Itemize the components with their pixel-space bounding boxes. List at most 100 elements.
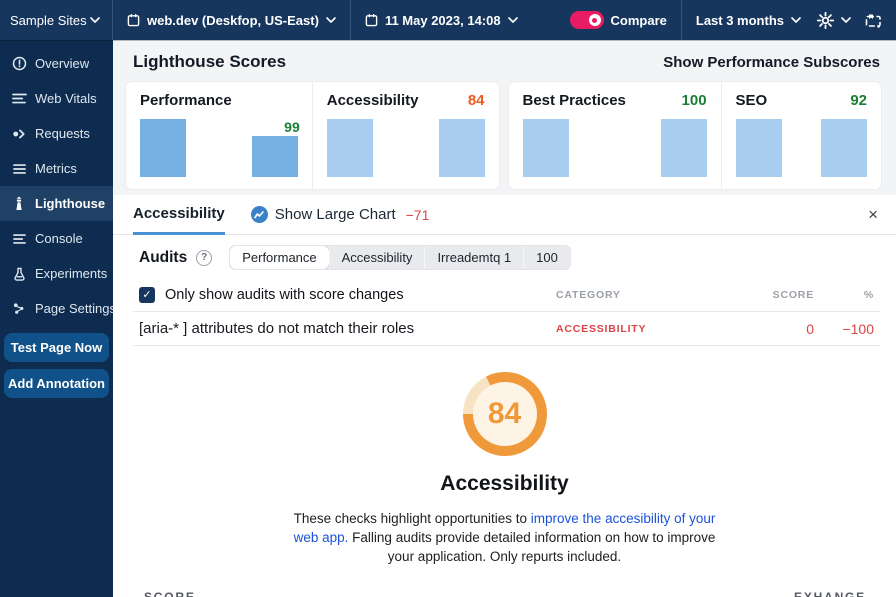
scores-card-left: Performance 99 Accessibility 84: [126, 82, 499, 189]
page-settings-icon: [11, 302, 27, 315]
test-page-now-button[interactable]: Test Page Now: [4, 333, 109, 362]
sidebar-item-label: Console: [35, 231, 83, 246]
filter-performance[interactable]: Performance: [230, 246, 329, 269]
site-selector[interactable]: Sample Sites: [0, 0, 113, 40]
card-title: Performance: [140, 92, 232, 109]
audit-table-header: ✓ Only show audits with score changes CA…: [133, 278, 880, 312]
audits-title: Audits: [139, 248, 188, 266]
score-card-best-practices[interactable]: Best Practices 100: [509, 82, 721, 189]
score-column-header: SCORE: [144, 590, 196, 597]
audit-category: ACCESSIBILITY: [556, 322, 647, 335]
calendar-icon: [365, 13, 378, 27]
filter-irreademtq[interactable]: Irreademtq 1: [424, 246, 523, 269]
audit-filter-group: Performance Accessibility Irreademtq 1 1…: [229, 245, 571, 270]
sidebar-item-lighthouse[interactable]: Lighthouse: [0, 186, 113, 221]
card-score: 100: [681, 92, 707, 109]
sidebar-item-overview[interactable]: Overview: [0, 46, 113, 81]
audits-panel: Audits ? Performance Accessibility Irrea…: [113, 235, 896, 597]
filter-accessibility[interactable]: Accessibility: [328, 246, 425, 269]
show-large-chart-button[interactable]: Show Large Chart: [250, 206, 396, 223]
chart-bubble-icon: [250, 206, 268, 223]
checkbox-score-changes[interactable]: ✓: [139, 286, 155, 303]
card-title: Accessibility: [326, 92, 419, 109]
column-header-category: CATEGORY: [556, 288, 621, 301]
sidebar-item-label: Page Settings: [35, 301, 116, 316]
chevron-down-icon: [791, 17, 801, 23]
checkbox-label: Only show audits with score changes: [165, 286, 404, 303]
score-gauge: 84: [462, 372, 547, 456]
sidebar-item-label: Web Vitals: [35, 91, 97, 106]
page-title: Lighthouse Scores: [133, 52, 287, 71]
audit-name: [aria-* ] attributes do not match their …: [139, 320, 415, 337]
settings-menu[interactable]: [815, 0, 859, 40]
audit-row[interactable]: [aria-* ] attributes do not match their …: [133, 312, 880, 346]
sidebar-item-label: Requests: [35, 126, 90, 141]
mini-bar-chart: [326, 115, 485, 177]
scores-card-right: Best Practices 100 SEO 92: [508, 82, 881, 189]
category-description: These checks highlight opportunities to …: [282, 509, 727, 566]
score-delta: −71: [405, 206, 430, 223]
score-card-seo[interactable]: SEO 92: [720, 82, 881, 189]
card-title: SEO: [735, 92, 768, 109]
compare-toggle[interactable]: [569, 11, 604, 29]
site-selector-label: Sample Sites: [10, 12, 87, 28]
card-title: Best Practices: [522, 92, 626, 109]
sidebar-item-metrics[interactable]: Metrics: [0, 151, 113, 186]
bar: [660, 119, 707, 177]
chevron-down-icon: [90, 17, 100, 23]
tab-accessibility[interactable]: Accessibility: [133, 195, 225, 235]
topbar: Sample Sites web.dev (Deskfop, US-East) …: [0, 0, 896, 40]
audit-score: 0: [806, 320, 814, 337]
chevron-down-icon: [841, 17, 851, 23]
show-performance-subscores[interactable]: Show Performance Subscores: [663, 54, 880, 71]
sidebar: Overview Web Vitals Requests Metrics Lig…: [0, 40, 116, 597]
sidebar-item-web-vitals[interactable]: Web Vitals: [0, 81, 113, 116]
screen-button[interactable]: [859, 0, 896, 40]
web-vitals-icon: [11, 92, 27, 105]
sidebar-item-label: Lighthouse: [35, 196, 106, 211]
detail-table-header: SCORE EXHANGE: [113, 590, 896, 597]
sidebar-item-experiments[interactable]: Experiments: [0, 256, 113, 291]
page-selector[interactable]: web.dev (Deskfop, US-East): [113, 0, 350, 40]
main-content: Lighthouse Scores Show Performance Subsc…: [113, 40, 896, 597]
experiments-icon: [11, 267, 27, 281]
audit-percent: −100: [842, 320, 874, 337]
score-card-performance[interactable]: Performance 99: [126, 82, 312, 189]
exhange-column-header: EXHANGE: [794, 590, 866, 597]
chevron-down-icon: [326, 17, 336, 23]
score-card-accessibility[interactable]: Accessibility 84: [311, 82, 499, 189]
show-large-chart-label: Show Large Chart: [274, 206, 396, 223]
category-detail: 84 Accessibility These checks highlight …: [113, 346, 896, 597]
mini-bar-chart: 99: [140, 115, 300, 177]
check-icon: ✓: [142, 289, 152, 301]
date-selector[interactable]: 11 May 2023, 14:08: [351, 0, 532, 40]
tab-bar: Accessibility Show Large Chart −71 ×: [113, 195, 896, 235]
sidebar-item-requests[interactable]: Requests: [0, 116, 113, 151]
page-selector-label: web.dev (Deskfop, US-East): [147, 12, 319, 28]
bar: [326, 119, 373, 177]
lighthouse-icon: [11, 196, 27, 211]
sidebar-item-console[interactable]: Console: [0, 221, 113, 256]
bar: [735, 119, 782, 177]
add-annotation-button[interactable]: Add Annotation: [4, 369, 109, 398]
screen-icon: [865, 13, 882, 28]
mini-bar-chart: [522, 115, 707, 177]
card-score: 99: [284, 119, 300, 135]
gear-icon: [817, 11, 834, 29]
range-selector[interactable]: Last 3 months: [682, 0, 815, 40]
sidebar-item-label: Experiments: [35, 266, 108, 281]
close-icon[interactable]: ×: [868, 206, 878, 223]
filter-100[interactable]: 100: [523, 246, 570, 269]
requests-icon: [11, 128, 27, 140]
bar: [522, 119, 569, 177]
mini-bar-chart: [735, 115, 867, 177]
description-text: Falling audits provide detailed informat…: [348, 530, 716, 565]
compare-label: Compare: [610, 12, 667, 28]
bar: [251, 136, 298, 177]
sidebar-item-page-settings[interactable]: Page Settings: [0, 291, 116, 326]
range-selector-label: Last 3 months: [695, 12, 784, 28]
card-score: 84: [467, 92, 485, 109]
card-score: 92: [850, 92, 867, 109]
bar: [821, 119, 867, 177]
help-icon[interactable]: ?: [196, 249, 213, 266]
